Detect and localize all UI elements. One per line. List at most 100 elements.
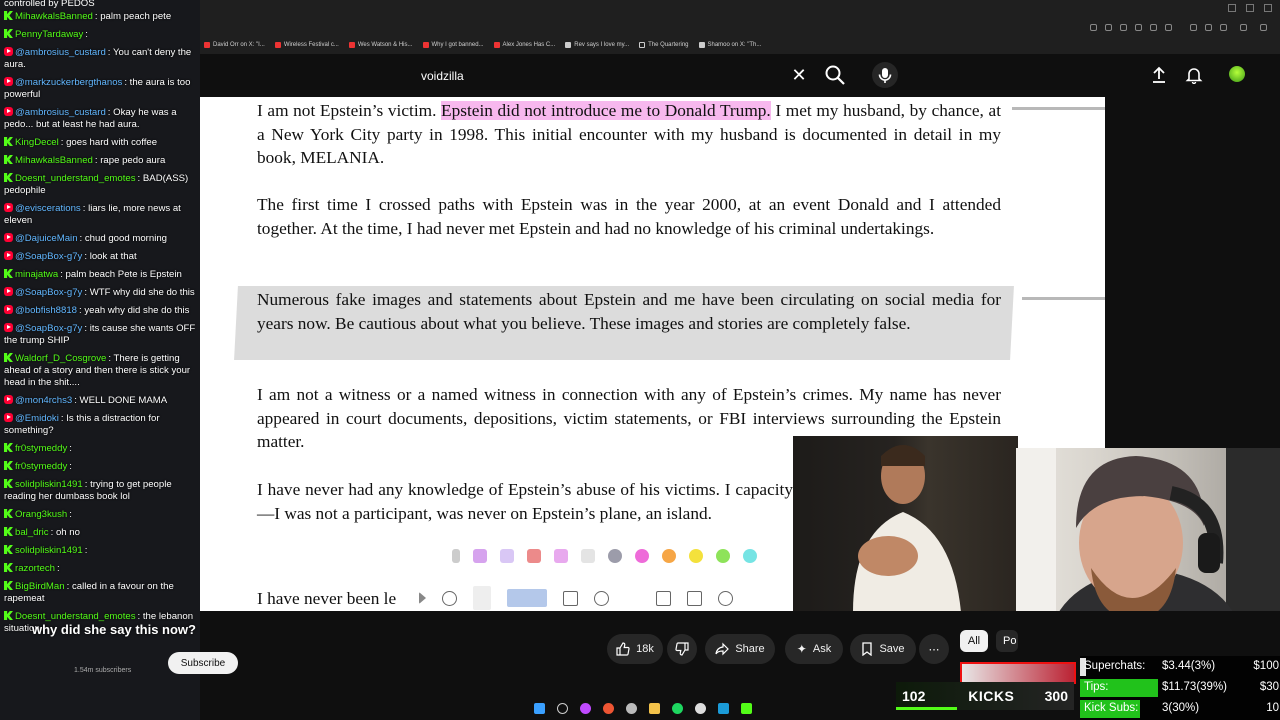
chat-username[interactable]: @bobfish8818 xyxy=(15,305,77,316)
chip-all[interactable]: All xyxy=(960,630,988,652)
lasso-icon[interactable] xyxy=(554,549,568,563)
app-icon[interactable] xyxy=(603,702,614,714)
steam-icon[interactable] xyxy=(718,702,729,714)
chat-username[interactable]: @eviscerations xyxy=(15,203,81,214)
start-icon[interactable] xyxy=(534,702,545,714)
save-button[interactable]: Save xyxy=(850,634,916,664)
chat-username[interactable]: KingDecel xyxy=(15,137,59,148)
maximize-icon[interactable] xyxy=(1246,4,1254,12)
app-icon[interactable] xyxy=(580,702,591,714)
extension-icon[interactable] xyxy=(1090,24,1097,31)
profile-icon[interactable] xyxy=(1260,24,1267,31)
search-taskbar-icon[interactable] xyxy=(557,702,568,714)
chat-username[interactable]: Doesnt_understand_emotes xyxy=(15,173,136,184)
extension-icon[interactable] xyxy=(1120,24,1127,31)
color-swatch-green[interactable] xyxy=(716,549,730,563)
subscribe-button[interactable]: Subscribe xyxy=(168,652,238,674)
bookmark[interactable]: Wireless Festival c... xyxy=(274,42,339,48)
chat-username[interactable]: bal_dric xyxy=(15,527,49,538)
bookmark[interactable]: Wes Watson & His... xyxy=(348,42,413,48)
chat-username[interactable]: fr0stymeddy xyxy=(15,461,67,472)
chat-username[interactable]: @SoapBox-g7y xyxy=(15,287,82,298)
extension-icon[interactable] xyxy=(1135,24,1142,31)
voice-search-button[interactable] xyxy=(872,62,898,88)
bookmark[interactable]: Shamoo on X: "Th... xyxy=(698,42,761,48)
highlighter-tool-icon[interactable] xyxy=(507,589,547,607)
chat-username[interactable]: @ambrosius_custard xyxy=(15,47,106,58)
search-icon[interactable] xyxy=(824,64,846,86)
color-swatch-yellow[interactable] xyxy=(689,549,703,563)
more-actions-button[interactable]: ⋯ xyxy=(919,634,949,664)
extension-icon[interactable] xyxy=(1150,24,1157,31)
ruler-icon[interactable] xyxy=(581,549,595,563)
color-swatch-orange[interactable] xyxy=(662,549,676,563)
share-button[interactable]: Share xyxy=(705,634,775,664)
search-input[interactable]: voidzilla xyxy=(410,62,815,90)
eraser-icon[interactable] xyxy=(527,549,541,563)
kick-badge-icon xyxy=(4,155,13,164)
chat-username[interactable]: @DajuiceMain xyxy=(15,233,78,244)
extension-icon[interactable] xyxy=(1240,24,1247,31)
extension-icon[interactable] xyxy=(1205,24,1212,31)
bookmark-favicon-icon xyxy=(204,42,210,48)
chat-username[interactable]: PennyTardaway xyxy=(15,29,83,40)
chat-username[interactable]: BigBirdMan xyxy=(15,581,65,592)
account-avatar[interactable] xyxy=(1229,66,1245,82)
extension-icon[interactable] xyxy=(1105,24,1112,31)
notifications-bell-icon[interactable] xyxy=(1185,66,1203,84)
table-icon[interactable] xyxy=(687,590,702,606)
bookmark[interactable]: Rev says I love my... xyxy=(565,42,629,48)
chat-username[interactable]: minajatwa xyxy=(15,269,58,280)
xbox-icon[interactable] xyxy=(695,702,706,714)
pen-tool-icon[interactable] xyxy=(473,586,491,610)
marker-icon[interactable] xyxy=(452,549,460,563)
chat-username[interactable]: @ambrosius_custard xyxy=(15,107,106,118)
chat-username[interactable]: @SoapBox-g7y xyxy=(15,251,82,262)
clear-search-icon[interactable]: ✕ xyxy=(790,66,808,84)
chat-username[interactable]: fr0stymeddy xyxy=(15,443,67,454)
pen-icon[interactable] xyxy=(473,549,487,563)
image-icon[interactable] xyxy=(656,590,671,606)
extension-icon[interactable] xyxy=(1220,24,1227,31)
close-icon[interactable] xyxy=(1264,4,1272,12)
pointer-icon[interactable] xyxy=(419,592,426,604)
upload-icon[interactable] xyxy=(1150,66,1168,84)
hand-icon[interactable] xyxy=(442,590,457,606)
bookmark[interactable]: Alex Jones Has C... xyxy=(493,42,555,48)
chat-username[interactable]: @markzuckerbergthanos xyxy=(15,77,122,88)
color-swatch-cyan[interactable] xyxy=(743,549,757,563)
chat-username[interactable]: Doesnt_understand_emotes xyxy=(15,611,136,622)
like-button[interactable]: 18k xyxy=(607,634,663,664)
shape-icon[interactable] xyxy=(563,590,578,606)
chip-po[interactable]: Po xyxy=(996,630,1018,652)
app-icon[interactable] xyxy=(626,702,637,714)
ask-button[interactable]: ✦ Ask xyxy=(785,634,843,664)
chat-username[interactable]: MihawkalsBanned xyxy=(15,11,93,22)
chat-username[interactable]: @SoapBox-g7y xyxy=(15,323,82,334)
chat-username[interactable]: razortech xyxy=(15,563,55,574)
chat-username[interactable]: @mon4rchs3 xyxy=(15,395,72,406)
chat-message: minajatwa: palm beach Pete is Epstein xyxy=(0,266,200,284)
color-swatch-pink[interactable] xyxy=(635,549,649,563)
stamp-icon[interactable] xyxy=(718,590,733,606)
highlighter-icon[interactable] xyxy=(500,549,514,563)
folder-icon[interactable] xyxy=(649,702,660,714)
color-swatch-gray[interactable] xyxy=(608,549,622,563)
chat-username[interactable]: solidpliskin1491 xyxy=(15,479,83,490)
minimize-icon[interactable] xyxy=(1228,4,1236,12)
spotify-icon[interactable] xyxy=(672,702,683,714)
chat-username[interactable]: @Emidoki xyxy=(15,413,59,424)
bookmark[interactable]: The Quartering xyxy=(639,42,689,48)
dislike-button[interactable] xyxy=(667,634,697,664)
chat-username[interactable]: Waldorf_D_Cosgrove xyxy=(15,353,106,364)
bookmark[interactable]: David Orr on X: "I... xyxy=(204,42,265,48)
extension-icon[interactable] xyxy=(1165,24,1172,31)
chat-username[interactable]: MihawkalsBanned xyxy=(15,155,93,166)
chat-username[interactable]: Orang3kush xyxy=(15,509,67,520)
chat-username[interactable]: solidpliskin1491 xyxy=(15,545,83,556)
redo-icon[interactable] xyxy=(594,590,609,606)
extension-icon[interactable] xyxy=(1190,24,1197,31)
text-icon[interactable] xyxy=(625,591,640,606)
kick-icon[interactable] xyxy=(741,702,752,714)
bookmark[interactable]: Why I got banned... xyxy=(422,42,484,48)
